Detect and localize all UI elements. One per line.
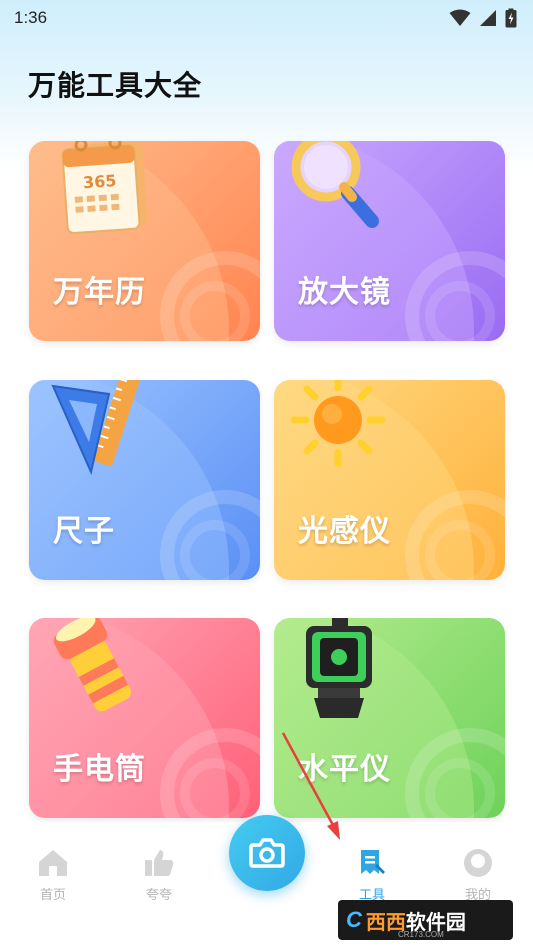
camera-button[interactable] xyxy=(229,815,305,891)
calendar-icon: 365 xyxy=(61,141,148,235)
tools-icon xyxy=(361,850,385,874)
tool-label: 水平仪 xyxy=(298,752,391,787)
laser-level-icon xyxy=(306,618,372,718)
nav-item-home[interactable]: 首页 xyxy=(13,848,93,903)
tool-card-flashlight[interactable]: 手电筒 xyxy=(29,618,260,818)
tool-label: 光感仪 xyxy=(298,514,391,549)
tool-card-calendar[interactable]: 365 万年历 xyxy=(29,141,260,341)
watermark-url: CR173.COM xyxy=(398,930,444,939)
profile-icon xyxy=(464,849,492,877)
sun-icon xyxy=(290,380,386,468)
tool-card-light-meter[interactable]: 光感仪 xyxy=(274,380,505,580)
home-icon xyxy=(39,850,67,876)
wifi-icon xyxy=(449,9,471,26)
watermark-logo: C xyxy=(346,907,362,932)
watermark: C 西西 软件园 CR173.COM xyxy=(338,900,513,940)
magnifier-icon xyxy=(291,141,379,228)
tool-label: 万年历 xyxy=(53,275,146,310)
nav-item-tools[interactable]: 工具 xyxy=(332,848,412,903)
nav-item-profile[interactable]: 我的 xyxy=(438,848,518,903)
status-bar: 1:36 xyxy=(0,0,533,36)
camera-icon xyxy=(249,838,285,868)
tool-card-ruler[interactable]: 尺子 xyxy=(29,380,260,580)
nav-item-praise[interactable]: 夸夸 xyxy=(119,848,199,903)
thumbs-up-icon xyxy=(145,850,174,876)
flashlight-icon xyxy=(53,618,131,712)
status-time: 1:36 xyxy=(14,8,48,27)
calendar-number: 365 xyxy=(82,171,117,192)
status-icons xyxy=(449,8,517,28)
tool-label: 手电筒 xyxy=(53,752,146,787)
nav-label: 夸夸 xyxy=(145,887,172,902)
tool-card-magnifier[interactable]: 放大镜 xyxy=(274,141,505,341)
page-title: 万能工具大全 xyxy=(28,69,203,102)
tool-label: 尺子 xyxy=(53,514,115,549)
nav-label: 首页 xyxy=(39,887,66,902)
tool-card-level[interactable]: 水平仪 xyxy=(274,618,505,818)
ruler-icon xyxy=(51,380,141,476)
battery-charging-icon xyxy=(505,8,517,28)
signal-icon xyxy=(480,10,496,26)
tool-label: 放大镜 xyxy=(298,275,391,310)
